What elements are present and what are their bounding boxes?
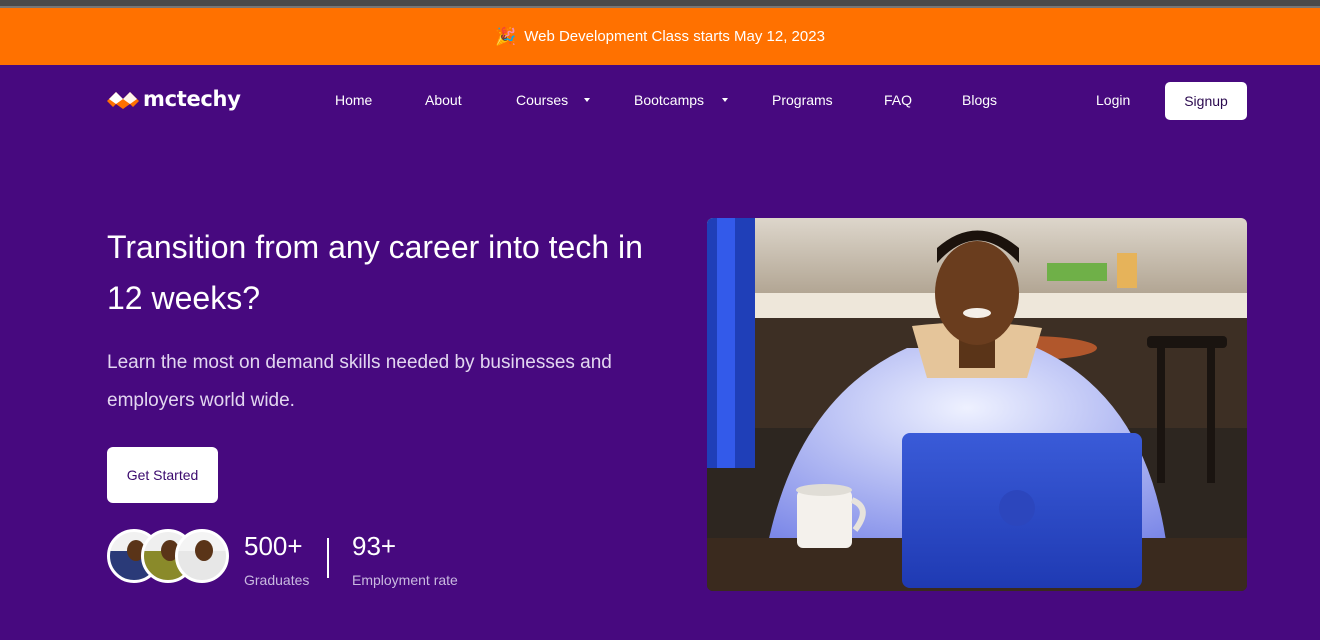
avatar [175, 529, 229, 583]
logo-mark-icon [107, 92, 139, 109]
party-popper-icon: 🎉 [495, 26, 517, 46]
login-link[interactable]: Login [1096, 92, 1130, 108]
signup-button[interactable]: Signup [1165, 82, 1247, 120]
hero-title: Transition from any career into tech in … [107, 229, 643, 316]
hero-image [707, 218, 1247, 591]
nav-bootcamps[interactable]: Bootcamps [634, 92, 704, 108]
stats-divider [327, 538, 329, 578]
employment-rate-value: 93+ [352, 531, 397, 561]
navbar: mctechy Home About Courses Bootcamps Pro… [0, 65, 1320, 135]
announcement-text: Web Development Class starts May 12, 202… [524, 28, 825, 45]
graduate-avatars [107, 529, 229, 583]
employment-rate-label: Employment rate [352, 572, 458, 588]
bootcamps-caret-icon[interactable] [722, 98, 728, 102]
brand-name: mctechy [143, 87, 241, 111]
graduates-label: Graduates [244, 572, 310, 588]
nav-blogs[interactable]: Blogs [962, 92, 997, 108]
nav-programs[interactable]: Programs [772, 92, 833, 108]
get-started-button[interactable]: Get Started [107, 447, 218, 503]
nav-about[interactable]: About [425, 92, 462, 108]
courses-caret-icon[interactable] [584, 98, 590, 102]
graduates-count: 500+ [244, 531, 303, 561]
brand-logo[interactable]: mctechy [107, 87, 241, 111]
nav-faq[interactable]: FAQ [884, 92, 912, 108]
nav-courses[interactable]: Courses [516, 92, 568, 108]
browser-top-strip [0, 0, 1320, 8]
nav-home[interactable]: Home [335, 92, 372, 108]
hero-subtitle: Learn the most on demand skills needed b… [107, 352, 612, 411]
announcement-bar: 🎉 Web Development Class starts May 12, 2… [0, 8, 1320, 65]
